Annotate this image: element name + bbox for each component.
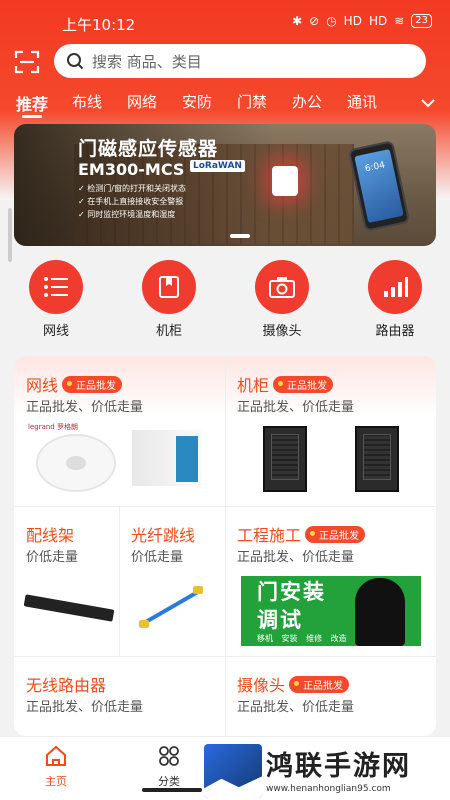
book-icon [159, 276, 179, 298]
tab-recommended[interactable]: 推荐 [16, 91, 48, 115]
search-bar[interactable]: 搜索 商品、类目 [54, 44, 426, 78]
product-card-cable[interactable]: 网线 正品批发 正品批发、价低走量 legrand 罗格朗 [14, 356, 225, 506]
installation-banner-footer: 移机 安装 维修 改造 [257, 634, 347, 643]
tabs-expand-button[interactable] [406, 88, 450, 118]
nav-label: 分类 [158, 775, 180, 788]
wholesale-badge: 正品批发 [305, 526, 366, 543]
category-label: 路由器 [375, 324, 415, 339]
cable-image [36, 434, 116, 492]
carousel-indicator [230, 234, 250, 238]
lorawan-badge: LoRaWAN [190, 160, 245, 172]
card-title: 配线架 [26, 526, 75, 545]
brand-logo: legrand 罗格朗 [28, 423, 78, 431]
banner-model: EM300-MCS [78, 160, 185, 179]
installation-banner-title: 门安装 调试 [257, 580, 326, 632]
scan-icon[interactable] [14, 50, 40, 74]
gesture-bar [142, 788, 202, 792]
search-icon [67, 53, 84, 70]
product-card-router[interactable]: 无线路由器 正品批发、价低走量 [14, 656, 225, 736]
tab-cabling[interactable]: 布线 [72, 91, 102, 112]
category-tabs: 推荐 布线 网络 安防 门禁 办公 通讯 [0, 88, 450, 118]
nav-categories[interactable]: 分类 [139, 745, 199, 789]
cabinet-image [355, 426, 399, 492]
bluetooth-icon: ✱ [292, 14, 303, 28]
grid-icon [159, 746, 179, 766]
active-tab-indicator [22, 115, 42, 118]
product-card-patch-panel[interactable]: 配线架 价低走量 [14, 506, 119, 656]
product-card-cabinet[interactable]: 机柜 正品批发 正品批发、价低走量 [225, 356, 436, 506]
product-card-fiber[interactable]: 光纤跳线 价低走量 [119, 506, 225, 656]
camera-icon [269, 277, 295, 298]
banner-feature-list: ✓ 检测门/窗的打开和关闭状态 ✓ 在手机上直接接收安全警报 ✓ 同时监控环境温… [78, 182, 186, 221]
installation-banner: 门安装 调试 移机 安装 维修 改造 [241, 576, 421, 646]
card-subtitle: 价低走量 [26, 550, 79, 565]
site-watermark: 鸿联手游网 www.henanhonglian95.com [204, 744, 450, 800]
category-router[interactable]: 路由器 [355, 260, 435, 339]
banner-feature: ✓ 同时监控环境温度和湿度 [78, 210, 176, 219]
card-subtitle: 正品批发、价低走量 [237, 400, 355, 415]
status-time: 上午10:12 [62, 16, 136, 34]
tab-network[interactable]: 网络 [127, 91, 157, 112]
chevron-down-icon [421, 99, 435, 108]
door-sensor-image [272, 166, 298, 196]
category-camera[interactable]: 摄像头 [242, 260, 322, 339]
home-icon [46, 745, 66, 766]
category-label: 摄像头 [262, 324, 302, 339]
banner-feature: ✓ 在手机上直接接收安全警报 [78, 197, 184, 206]
wholesale-badge: 正品批发 [289, 676, 350, 693]
card-subtitle: 正品批发、价低走量 [237, 700, 355, 715]
card-title: 网线 [26, 376, 59, 395]
status-icons: ✱ ⊘ ◷ HD HD ≋ 23 [292, 14, 432, 28]
card-title: 工程施工 [237, 526, 302, 545]
wifi-icon: ≋ [394, 14, 405, 28]
phone-image: 6:04 [347, 140, 411, 232]
worker-silhouette [355, 578, 405, 646]
card-subtitle: 正品批发、价低走量 [26, 400, 144, 415]
product-card-camera[interactable]: 摄像头 正品批发 正品批发、价低走量 [225, 656, 436, 736]
card-title: 摄像头 [237, 676, 286, 695]
card-subtitle: 价低走量 [131, 550, 184, 565]
product-grid: 网线 正品批发 正品批发、价低走量 legrand 罗格朗 机柜 正品批发 正品批发… [14, 356, 436, 736]
product-card-engineering[interactable]: 工程施工 正品批发 正品批发、价低走量 门安装 调试 移机 安装 维修 改造 [225, 506, 436, 656]
nav-label: 主页 [45, 775, 67, 788]
card-title: 机柜 [237, 376, 270, 395]
category-network-cable[interactable]: 网线 [16, 260, 96, 339]
tab-office[interactable]: 办公 [292, 91, 322, 112]
battery-icon: 23 [411, 14, 432, 28]
wholesale-badge: 正品批发 [62, 376, 123, 393]
status-bar: 上午10:12 ✱ ⊘ ◷ HD HD ≋ 23 [0, 0, 450, 44]
signal-label: HD [368, 14, 388, 28]
category-shortcuts: 网线 机柜 摄像头 路由器 [0, 260, 450, 339]
banner-feature: ✓ 检测门/窗的打开和关闭状态 [78, 184, 186, 193]
patch-panel-image [23, 594, 115, 622]
watermark-title: 鸿联手游网 [266, 751, 411, 782]
tab-security[interactable]: 安防 [182, 91, 212, 112]
search-placeholder: 搜索 商品、类目 [92, 52, 202, 71]
card-title: 光纤跳线 [131, 526, 196, 545]
tab-communication[interactable]: 通讯 [347, 91, 377, 112]
banner-title: 门磁感应传感器 [78, 138, 219, 160]
signal-bars-icon [384, 277, 408, 297]
nav-home[interactable]: 主页 [26, 745, 86, 789]
wholesale-badge: 正品批发 [273, 376, 334, 393]
scroll-indicator [8, 208, 12, 262]
category-label: 网线 [42, 324, 69, 339]
card-title: 无线路由器 [26, 676, 107, 695]
top-bar: 搜索 商品、类目 [0, 44, 450, 80]
cable-box-image [132, 430, 202, 486]
mute-icon: ⊘ [309, 14, 320, 28]
card-subtitle: 正品批发、价低走量 [26, 700, 144, 715]
category-label: 机柜 [155, 324, 182, 339]
category-cabinet[interactable]: 机柜 [129, 260, 209, 339]
watermark-url: www.henanhonglian95.com [266, 784, 391, 794]
watermark-logo-icon [204, 744, 262, 798]
cabinet-image [263, 426, 307, 492]
tab-access-control[interactable]: 门禁 [237, 91, 267, 112]
promo-banner[interactable]: 门磁感应传感器 EM300-MCS LoRaWAN ✓ 检测门/窗的打开和关闭状… [14, 124, 436, 246]
signal-label: HD [343, 14, 362, 28]
list-icon [44, 277, 68, 297]
alarm-icon: ◷ [326, 14, 337, 28]
card-subtitle: 正品批发、价低走量 [237, 550, 355, 565]
